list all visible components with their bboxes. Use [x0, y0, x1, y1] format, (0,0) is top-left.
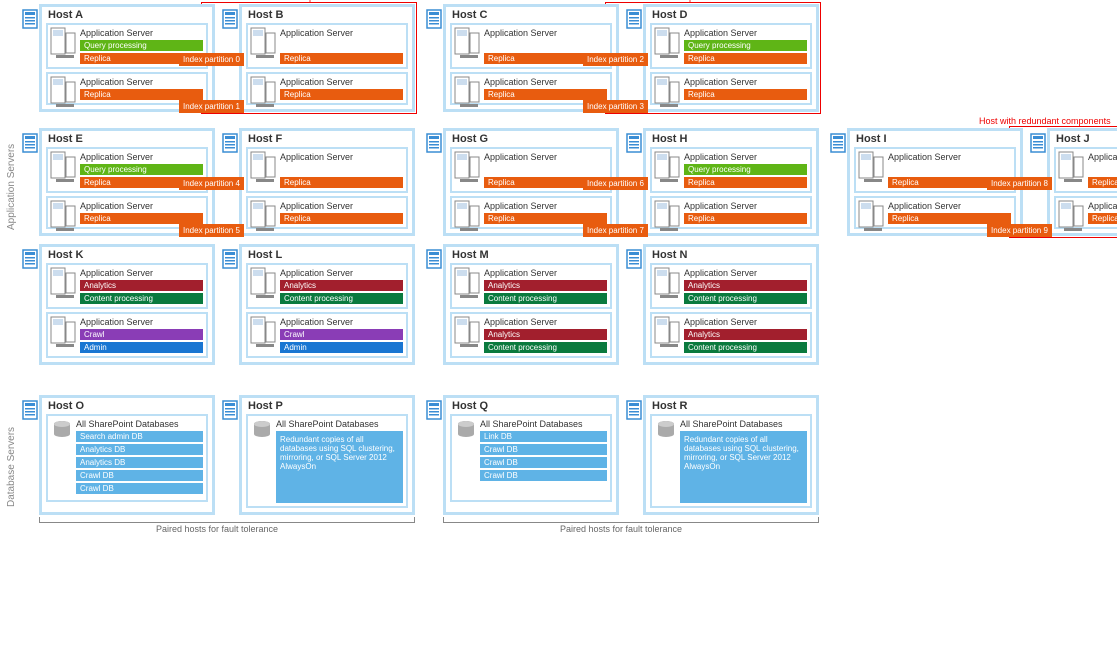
host-icon	[22, 9, 38, 29]
db-block: All SharePoint Databases Search admin DB…	[46, 414, 208, 502]
host-pair-qr: Host Q All SharePoint Databases Link DB …	[423, 395, 819, 515]
bracket-op	[39, 517, 415, 523]
application-servers-section: Application Servers Hosts with redundant…	[4, 4, 1117, 369]
section-label-db: Database Servers	[4, 395, 19, 538]
host-icon	[222, 9, 238, 29]
host-title: Host D	[652, 9, 812, 21]
server-title: Application Server	[80, 77, 203, 87]
db-block: All SharePoint Databases Link DB Crawl D…	[450, 414, 612, 502]
host-pair-gh: Host G Application ServerReplica Applica…	[423, 128, 819, 236]
partition-1-bar: Index partition 1	[179, 100, 244, 113]
redundant-label-ab: Hosts with redundant components	[205, 0, 341, 2]
host-title: Host A	[48, 9, 208, 21]
host-pair-op: Host O All SharePoint Databases Search a…	[19, 395, 415, 515]
host-q: Host Q All SharePoint Databases Link DB …	[443, 395, 619, 515]
host-title: Host F	[248, 133, 408, 145]
comp-query: Query processing	[80, 40, 203, 51]
database-icon	[52, 420, 72, 440]
comp-replica: Replica	[684, 89, 807, 100]
server-title: Application Server	[684, 28, 807, 38]
host-h: Host H Application ServerQuery processin…	[643, 128, 819, 236]
app-server-block: Application Server Replica	[246, 23, 408, 69]
server-title: Application Server	[484, 28, 607, 38]
host-icon	[22, 133, 38, 153]
redundant-db-text: Redundant copies of all databases using …	[276, 431, 403, 503]
host-p: Host P All SharePoint Databases Redundan…	[239, 395, 415, 515]
comp-replica: Replica	[80, 89, 203, 100]
host-title: Host B	[248, 9, 408, 21]
server-icon	[250, 27, 276, 59]
host-icon	[222, 133, 238, 153]
redundant-label-cd: Hosts with redundant components	[585, 0, 721, 2]
host-j: Host J Application ServerReplica Applica…	[1047, 128, 1117, 236]
redundant-label-j: Host with redundant components	[979, 116, 1111, 126]
comp-replica: Replica	[280, 53, 403, 64]
row-db: Host O All SharePoint Databases Search a…	[19, 395, 1117, 534]
bracket-qr	[443, 517, 819, 523]
db-block: All SharePoint Databases Redundant copie…	[246, 414, 408, 508]
section-label-app: Application Servers	[4, 4, 19, 369]
host-pair-ef: Host E Application ServerQuery processin…	[19, 128, 415, 236]
db-block: All SharePoint Databases Redundant copie…	[650, 414, 812, 508]
server-icon	[50, 27, 76, 59]
host-title: Host C	[452, 9, 612, 21]
server-title: Application Server	[80, 28, 203, 38]
architecture-diagram: Application Servers Hosts with redundant…	[4, 4, 1113, 544]
server-title: Application Server	[280, 77, 403, 87]
server-icon	[50, 76, 76, 108]
server-icon	[454, 76, 480, 108]
database-servers-section: Database Servers Host O All SharePoint D…	[4, 395, 1117, 538]
partition-3-bar: Index partition 3	[583, 100, 648, 113]
host-k: Host K Application ServerAnalyticsConten…	[39, 244, 215, 365]
comp-replica: Replica	[684, 53, 807, 64]
partition-0-bar: Index partition 0	[179, 53, 244, 66]
host-m: Host M Application ServerAnalyticsConten…	[443, 244, 619, 365]
server-title: Application Server	[280, 28, 403, 38]
host-f: Host F Application ServerReplica Applica…	[239, 128, 415, 236]
server-icon	[454, 27, 480, 59]
host-title: Host E	[48, 133, 208, 145]
row-3: Host K Application ServerAnalyticsConten…	[19, 244, 1117, 365]
comp-replica: Replica	[280, 89, 403, 100]
host-pair-cd: Host C Application Server Replica Applic…	[423, 4, 819, 112]
app-server-block: Application Server Query processing Repl…	[650, 23, 812, 69]
host-n: Host N Application ServerAnalyticsConten…	[643, 244, 819, 365]
host-pair-ij: Host I Application ServerReplica Applica…	[827, 128, 1117, 236]
host-icon	[626, 9, 642, 29]
app-server-block: Application Server Replica	[650, 72, 812, 105]
host-r: Host R All SharePoint Databases Redundan…	[643, 395, 819, 515]
host-pair-ab: Host A Application Server Query processi…	[19, 4, 415, 112]
server-icon	[654, 27, 680, 59]
host-b: Host B Application Server Replica Applic…	[239, 4, 415, 112]
server-icon	[250, 76, 276, 108]
redundant-db-text: Redundant copies of all databases using …	[680, 431, 807, 503]
server-icon	[654, 76, 680, 108]
comp-replica: Replica	[484, 89, 607, 100]
host-o: Host O All SharePoint Databases Search a…	[39, 395, 215, 515]
server-title: Application Server	[484, 77, 607, 87]
row-2: Host with redundant components Host E Ap…	[19, 128, 1117, 236]
host-d: Host D Application Server Query processi…	[643, 4, 819, 112]
server-title: Application Server	[684, 77, 807, 87]
app-server-block: Application Server Replica	[246, 72, 408, 105]
host-icon	[426, 9, 442, 29]
partition-2-bar: Index partition 2	[583, 53, 648, 66]
comp-query: Query processing	[684, 40, 807, 51]
host-l: Host L Application ServerAnalyticsConten…	[239, 244, 415, 365]
row-1: Hosts with redundant components Hosts wi…	[19, 4, 1117, 112]
